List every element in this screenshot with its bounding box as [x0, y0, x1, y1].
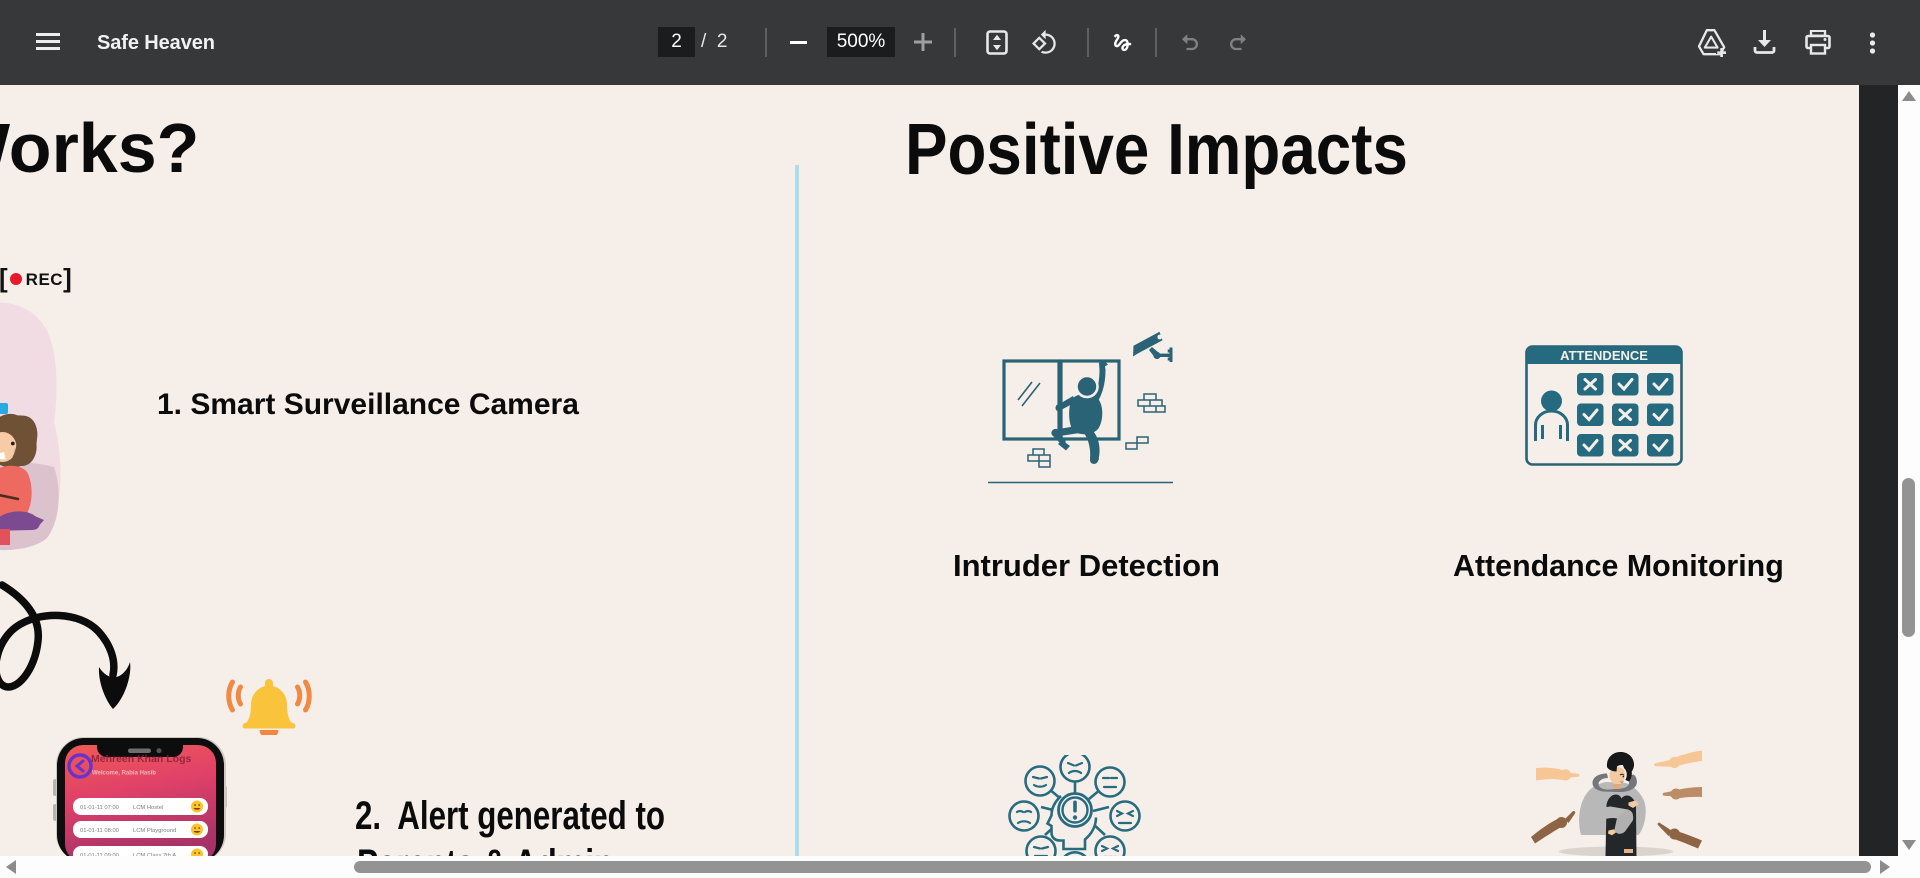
svg-text:LCM Playground: LCM Playground: [133, 828, 176, 834]
svg-text:Mehreen Khan Logs: Mehreen Khan Logs: [91, 753, 192, 765]
svg-text:LCM Hostel: LCM Hostel: [133, 805, 163, 811]
svg-text:01-01-11 08:00: 01-01-11 08:00: [80, 828, 119, 834]
svg-text:ATTENDENCE: ATTENDENCE: [1560, 348, 1648, 363]
svg-text:01-01-11 07:00: 01-01-11 07:00: [80, 805, 119, 811]
svg-text:Welcome, Rabia Hasib: Welcome, Rabia Hasib: [92, 771, 156, 777]
